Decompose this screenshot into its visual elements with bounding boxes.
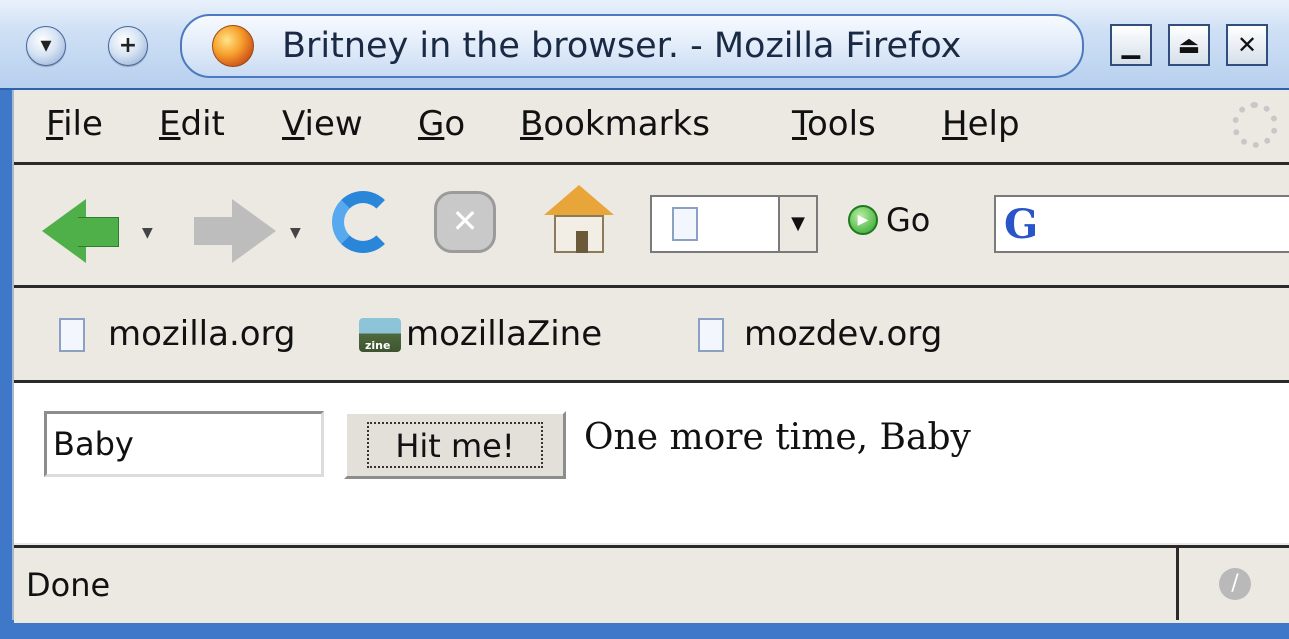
- menu-bar: File Edit View Go Bookmarks Tools Help: [14, 90, 1289, 165]
- menu-view-mnemonic: V: [282, 104, 305, 144]
- forward-button[interactable]: [194, 217, 234, 245]
- security-icon[interactable]: /: [1219, 568, 1251, 600]
- menu-bookmarks-label: ookmarks: [543, 104, 710, 144]
- hit-me-button-label: Hit me!: [367, 422, 543, 468]
- go-icon[interactable]: ▶: [848, 205, 878, 235]
- back-button[interactable]: [78, 217, 119, 247]
- search-input[interactable]: G: [994, 195, 1289, 253]
- forward-history-dropdown-icon[interactable]: ▼: [290, 225, 301, 241]
- status-text-cell: Done: [14, 548, 1179, 620]
- go-button-label[interactable]: Go: [886, 201, 930, 239]
- url-history-dropdown[interactable]: ▼: [780, 195, 818, 253]
- minimize-icon: ▁: [1121, 31, 1141, 59]
- stop-icon: ✕: [451, 202, 479, 240]
- maximize-icon: ⏏: [1177, 31, 1201, 59]
- go-play-icon: ▶: [857, 212, 869, 228]
- menu-file[interactable]: File: [46, 104, 103, 144]
- chevron-down-icon: ▾: [40, 33, 52, 58]
- browser-window: ▾ + Britney in the browser. - Mozilla Fi…: [0, 0, 1289, 639]
- home-icon: [544, 185, 614, 215]
- title-bar[interactable]: ▾ + Britney in the browser. - Mozilla Fi…: [0, 0, 1289, 90]
- home-icon-door: [576, 231, 588, 253]
- menu-tools-mnemonic: T: [792, 104, 807, 144]
- window-menu-button[interactable]: ▾: [26, 26, 66, 66]
- menu-go-label: o: [444, 104, 466, 144]
- window-add-button[interactable]: +: [108, 26, 148, 66]
- reload-icon[interactable]: [332, 191, 394, 253]
- status-bar: Done /: [14, 545, 1289, 623]
- menu-file-label: ile: [63, 104, 103, 144]
- status-text: Done: [26, 566, 111, 604]
- plus-icon: +: [118, 33, 138, 58]
- security-slash-icon: /: [1231, 571, 1239, 596]
- menu-tools[interactable]: Tools: [792, 104, 876, 144]
- window-title-pill: Britney in the browser. - Mozilla Firefo…: [180, 14, 1084, 78]
- menu-bookmarks[interactable]: Bookmarks: [520, 104, 710, 144]
- maximize-button[interactable]: ⏏: [1168, 24, 1210, 66]
- close-icon: ✕: [1236, 31, 1258, 59]
- menu-view[interactable]: View: [282, 104, 363, 144]
- menu-go[interactable]: Go: [418, 104, 465, 144]
- menu-view-label: iew: [304, 104, 363, 144]
- menu-edit-mnemonic: E: [159, 104, 181, 144]
- bookmark-mozdev-org[interactable]: mozdev.org: [744, 314, 942, 354]
- page-viewport: Hit me! One more time, Baby: [14, 383, 1289, 543]
- zine-icon-text: zine: [365, 339, 391, 352]
- home-button[interactable]: [544, 185, 614, 255]
- bookmarks-toolbar: mozilla.org zine mozillaZine mozdev.org: [14, 288, 1289, 383]
- navigation-toolbar: ▼ ▼ ✕ ▼ ▶ Go G: [14, 165, 1289, 288]
- menu-bookmarks-mnemonic: B: [520, 104, 544, 144]
- firefox-logo-icon: [212, 25, 254, 67]
- page-icon: [672, 207, 698, 241]
- url-input[interactable]: [650, 195, 780, 253]
- throbber-icon: [1232, 102, 1278, 148]
- window-title: Britney in the browser. - Mozilla Firefo…: [282, 26, 962, 66]
- forward-arrow-icon[interactable]: [232, 199, 276, 263]
- dropdown-arrow-icon: ▼: [791, 213, 805, 234]
- menu-edit[interactable]: Edit: [159, 104, 225, 144]
- text-input[interactable]: [44, 411, 324, 477]
- stop-button[interactable]: ✕: [434, 191, 496, 253]
- back-history-dropdown-icon[interactable]: ▼: [142, 225, 153, 241]
- bookmark-mozillazine[interactable]: mozillaZine: [406, 314, 602, 354]
- close-button[interactable]: ✕: [1226, 24, 1268, 66]
- zine-icon: zine: [359, 318, 401, 352]
- menu-help-mnemonic: H: [942, 104, 968, 144]
- menu-go-mnemonic: G: [418, 104, 445, 144]
- home-icon-body: [554, 215, 604, 253]
- bookmark-mozilla-org[interactable]: mozilla.org: [108, 314, 296, 354]
- hit-me-button[interactable]: Hit me!: [344, 411, 566, 479]
- search-engine-icon[interactable]: G: [1004, 203, 1038, 247]
- menu-file-mnemonic: F: [46, 104, 64, 144]
- menu-help[interactable]: Help: [942, 104, 1020, 144]
- menu-edit-label: dit: [180, 104, 225, 144]
- page-icon: [698, 318, 724, 352]
- menu-tools-label: ools: [807, 104, 876, 144]
- browser-chrome: File Edit View Go Bookmarks Tools Help ▼…: [12, 90, 1289, 623]
- result-text: One more time, Baby: [584, 417, 971, 458]
- minimize-button[interactable]: ▁: [1110, 24, 1152, 66]
- menu-help-label: elp: [967, 104, 1020, 144]
- page-icon: [59, 318, 85, 352]
